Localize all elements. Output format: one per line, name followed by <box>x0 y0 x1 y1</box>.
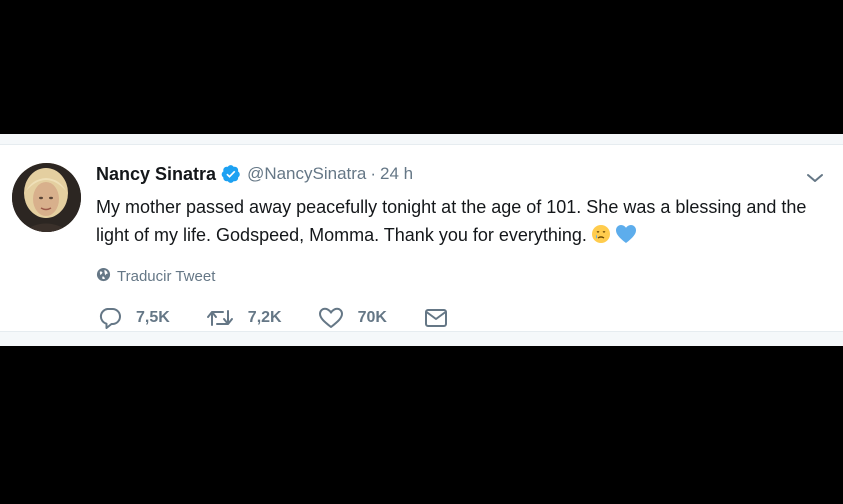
tweet-card[interactable]: Nancy Sinatra @NancySinatra · 24 h My mo… <box>0 134 843 346</box>
mail-icon <box>424 309 447 327</box>
user-handle[interactable]: @NancySinatra <box>247 164 366 184</box>
translate-tweet-link[interactable]: Traducir Tweet <box>96 267 215 286</box>
tweet-timestamp[interactable]: 24 h <box>380 164 413 184</box>
like-button[interactable]: 70K <box>318 307 387 329</box>
like-count: 70K <box>357 309 387 326</box>
tweet-text: My mother passed away peacefully tonight… <box>96 193 826 252</box>
tweet-body: My mother passed away peacefully tonight… <box>96 197 807 245</box>
reply-count: 7,5K <box>136 309 170 326</box>
crying-face-emoji <box>591 224 611 252</box>
direct-message-button[interactable] <box>423 307 449 329</box>
tweet-header: Nancy Sinatra @NancySinatra · 24 h <box>96 162 803 186</box>
chevron-down-icon[interactable] <box>805 171 825 185</box>
retweet-count: 7,2K <box>247 309 282 326</box>
heart-icon <box>318 307 343 328</box>
blue-heart-emoji <box>615 224 637 252</box>
verified-badge-icon <box>221 164 241 184</box>
tweet-container[interactable]: Nancy Sinatra @NancySinatra · 24 h My mo… <box>0 144 843 332</box>
globe-icon <box>96 267 111 286</box>
reply-icon <box>99 308 121 329</box>
avatar[interactable] <box>12 163 81 232</box>
tweet-actions: 7,5K 7,2K 70K <box>98 305 485 331</box>
translate-label[interactable]: Traducir Tweet <box>117 268 215 285</box>
retweet-button[interactable]: 7,2K <box>206 307 282 329</box>
reply-button[interactable]: 7,5K <box>98 307 170 329</box>
separator-dot: · <box>370 164 377 183</box>
display-name[interactable]: Nancy Sinatra <box>96 164 216 185</box>
retweet-icon <box>206 310 233 326</box>
